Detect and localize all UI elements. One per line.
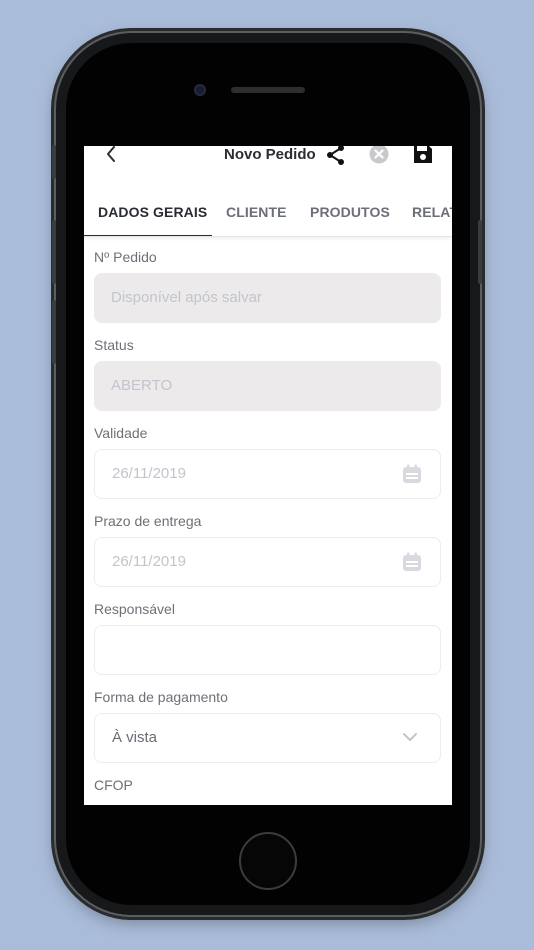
- tab-relatorios[interactable]: RELAT: [412, 192, 452, 236]
- field-numero-pedido: Nº Pedido Disponível após salvar: [94, 249, 441, 323]
- tab-produtos[interactable]: PRODUTOS: [310, 192, 390, 236]
- tab-dados-gerais[interactable]: DADOS GERAIS: [98, 192, 207, 236]
- status-input: ABERTO: [94, 361, 441, 411]
- prazo-entrega-date-input[interactable]: 26/11/2019: [94, 537, 441, 587]
- field-status: Status ABERTO: [94, 337, 441, 411]
- numero-pedido-input: Disponível após salvar: [94, 273, 441, 323]
- numero-pedido-label: Nº Pedido: [94, 249, 157, 265]
- share-button[interactable]: [325, 146, 347, 166]
- volume-down-button: [52, 300, 56, 364]
- prazo-entrega-label: Prazo de entrega: [94, 513, 202, 529]
- mute-switch: [52, 145, 56, 179]
- chevron-down-icon: [403, 733, 417, 741]
- responsavel-label: Responsável: [94, 601, 175, 617]
- front-camera: [194, 84, 206, 96]
- app-header: Novo Pedido: [84, 146, 452, 168]
- volume-up-button: [52, 220, 56, 284]
- field-forma-pagamento: Forma de pagamento À vista: [94, 689, 441, 763]
- app-screen: Novo Pedido DADOS GERAIS CLIENTE PRODUTO…: [84, 146, 452, 805]
- field-prazo-entrega: Prazo de entrega 26/11/2019: [94, 513, 441, 587]
- validade-date-input[interactable]: 26/11/2019: [94, 449, 441, 499]
- forma-pagamento-value: À vista: [112, 729, 158, 746]
- save-button[interactable]: [413, 146, 433, 164]
- field-validade: Validade 26/11/2019: [94, 425, 441, 499]
- cancel-button[interactable]: [369, 146, 389, 164]
- share-icon: [327, 146, 344, 165]
- chevron-left-icon: [107, 146, 115, 162]
- page-title: Novo Pedido: [224, 146, 316, 163]
- calendar-icon: [403, 552, 421, 571]
- prazo-entrega-value: 26/11/2019: [112, 553, 186, 570]
- field-responsavel: Responsável: [94, 601, 441, 675]
- power-button: [478, 220, 482, 284]
- validade-value: 26/11/2019: [112, 465, 186, 482]
- calendar-icon: [403, 464, 421, 483]
- back-button[interactable]: [102, 146, 120, 164]
- validade-label: Validade: [94, 425, 148, 441]
- earpiece-speaker: [231, 87, 305, 93]
- responsavel-input[interactable]: [94, 625, 441, 675]
- home-button[interactable]: [239, 832, 297, 890]
- tab-bar: DADOS GERAIS CLIENTE PRODUTOS RELAT: [84, 192, 452, 237]
- close-circle-icon: [369, 146, 389, 164]
- forma-pagamento-label: Forma de pagamento: [94, 689, 228, 705]
- field-cfop: CFOP: [94, 777, 441, 797]
- floppy-disk-icon: [414, 146, 432, 163]
- forma-pagamento-select[interactable]: À vista: [94, 713, 441, 763]
- cfop-label: CFOP: [94, 777, 133, 793]
- tab-cliente[interactable]: CLIENTE: [226, 192, 287, 236]
- status-label: Status: [94, 337, 134, 353]
- active-tab-indicator: [84, 235, 212, 236]
